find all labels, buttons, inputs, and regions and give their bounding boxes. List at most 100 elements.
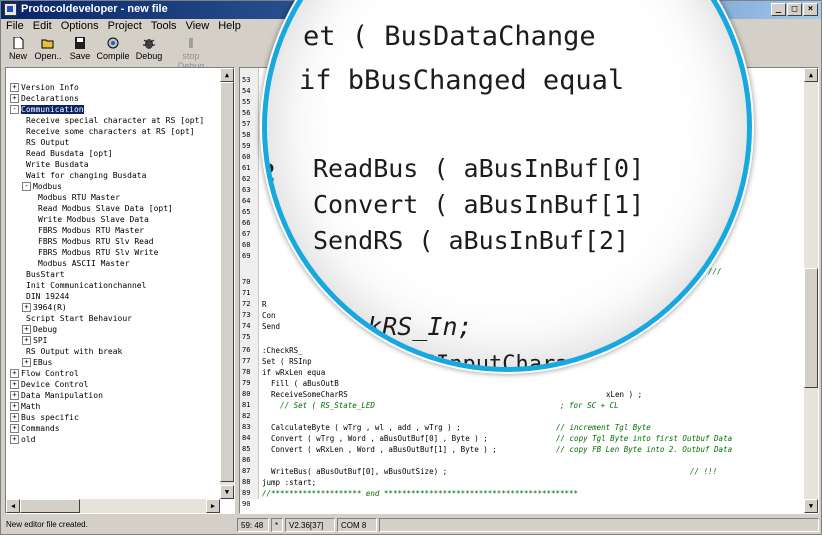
- tree-item[interactable]: + Bus specific: [10, 412, 79, 423]
- code-line: Fill ( aBusOutB: [262, 379, 339, 388]
- menu-options[interactable]: Options: [61, 20, 99, 36]
- close-button[interactable]: ×: [803, 3, 818, 16]
- expander-icon[interactable]: +: [10, 413, 19, 422]
- tree-scroll-thumb[interactable]: [220, 82, 234, 482]
- tree-horizontal-scrollbar[interactable]: ◀ ▶: [6, 499, 220, 513]
- stop-debug-button[interactable]: stop Debug: [169, 37, 213, 71]
- expander-icon[interactable]: +: [10, 83, 19, 92]
- expander-icon[interactable]: -: [10, 105, 19, 114]
- tree-item[interactable]: Write Busdata: [26, 159, 89, 170]
- scroll-up-icon[interactable]: ▲: [220, 68, 234, 82]
- tree-item[interactable]: + Device Control: [10, 379, 88, 390]
- tree-item[interactable]: RS Output: [26, 137, 69, 148]
- tree-item[interactable]: Modbus RTU Master: [38, 192, 120, 203]
- expander-icon[interactable]: +: [10, 424, 19, 433]
- menu-help[interactable]: Help: [218, 20, 241, 36]
- tree-item[interactable]: + Declarations: [10, 93, 79, 104]
- tree-item[interactable]: Receive some characters at RS [opt]: [26, 126, 195, 137]
- save-button-label: Save: [69, 51, 91, 61]
- tree-item[interactable]: Wait for changing Busdata: [26, 170, 146, 181]
- new-button[interactable]: New: [5, 37, 31, 61]
- tree-item[interactable]: + old: [10, 434, 35, 445]
- open-button[interactable]: Open..: [33, 37, 63, 61]
- save-button[interactable]: Save: [67, 37, 93, 61]
- status-message: New editor file created.: [6, 520, 88, 529]
- tree-item[interactable]: + Flow Control: [10, 368, 79, 379]
- expander-icon[interactable]: -: [22, 182, 31, 191]
- maximize-button[interactable]: □: [787, 3, 802, 16]
- editor-vertical-scrollbar[interactable]: ▲ ▼: [804, 68, 818, 513]
- tree-item[interactable]: RS Output with break: [26, 346, 122, 357]
- tree-item[interactable]: +3964(R): [22, 302, 67, 313]
- tree-item[interactable]: Modbus ASCII Master: [38, 258, 130, 269]
- tree-item[interactable]: Read Busdata [opt]: [26, 148, 113, 159]
- tree-item[interactable]: + SPI: [22, 335, 47, 346]
- line-number: 66: [242, 219, 251, 227]
- floppy-disk-icon: [75, 37, 85, 49]
- expander-icon[interactable]: +: [10, 435, 19, 444]
- code-line: jump :start;: [262, 478, 317, 487]
- tree-item[interactable]: FBRS Modbus RTU Master: [38, 225, 144, 236]
- scroll-down-icon[interactable]: ▼: [220, 485, 234, 499]
- code-line: Send: [262, 322, 281, 331]
- expander-icon[interactable]: +: [10, 369, 19, 378]
- tree-item[interactable]: FBRS Modbus RTU Slv Read: [38, 236, 154, 247]
- menu-tools[interactable]: Tools: [151, 20, 177, 36]
- expander-icon[interactable]: +: [10, 94, 19, 103]
- debug-button[interactable]: Debug: [133, 37, 165, 61]
- tree-item[interactable]: DIN 19244: [26, 291, 69, 302]
- tree-item[interactable]: FBRS Modbus RTU Slv Write: [38, 247, 158, 258]
- tree-item[interactable]: Receive special character at RS [opt]: [26, 115, 204, 126]
- modified-indicator: *: [271, 518, 283, 532]
- code-comment: ; for SC + CL: [560, 401, 619, 410]
- magnified-code-line: et ( BusDataChange: [303, 21, 596, 52]
- expander-icon[interactable]: +: [10, 402, 19, 411]
- tree-item[interactable]: + Math: [10, 401, 40, 412]
- open-button-label: Open..: [34, 51, 62, 61]
- tree-item[interactable]: + Version Info: [10, 82, 79, 93]
- menu-view[interactable]: View: [186, 20, 210, 36]
- tree-item[interactable]: + Debug: [22, 324, 57, 335]
- tree-item[interactable]: BusStart: [26, 269, 65, 280]
- menu-file[interactable]: File: [6, 20, 24, 36]
- tree-item[interactable]: Read Modbus Slave Data [opt]: [38, 203, 173, 214]
- expander-icon[interactable]: +: [22, 303, 31, 312]
- tree-item[interactable]: Write Modbus Slave Data: [38, 214, 149, 225]
- line-number: 77: [242, 357, 251, 365]
- tree-item-selected[interactable]: - Communication: [10, 104, 84, 115]
- window-title: Protocoldeveloper - new file: [21, 3, 168, 15]
- menu-edit[interactable]: Edit: [33, 20, 52, 36]
- minimize-button[interactable]: _: [771, 3, 786, 16]
- scroll-left-icon[interactable]: ◀: [6, 499, 20, 513]
- tree-hscroll-thumb[interactable]: [20, 499, 80, 513]
- function-tree[interactable]: + Version Info + Declarations - Communicati…: [5, 67, 235, 514]
- line-number: 67: [242, 230, 251, 238]
- editor-scroll-up-icon[interactable]: ▲: [804, 68, 818, 82]
- line-number: 58: [242, 131, 251, 139]
- code-line: Set ( RSInp: [262, 357, 312, 366]
- line-number: 90: [242, 500, 251, 508]
- tree-item[interactable]: Init Communicationchannel: [26, 280, 146, 291]
- menu-project[interactable]: Project: [108, 20, 142, 36]
- expander-icon[interactable]: +: [10, 380, 19, 389]
- expander-icon[interactable]: +: [22, 358, 31, 367]
- line-number: 65: [242, 208, 251, 216]
- app-icon[interactable]: [4, 3, 17, 16]
- compile-button[interactable]: Compile: [95, 37, 131, 61]
- tree-item[interactable]: + Commands: [10, 423, 60, 434]
- magnified-code-line: ReadBus ( aBusInBuf[0]: [313, 154, 645, 183]
- tree-item[interactable]: + EBus: [22, 357, 52, 368]
- tree-item[interactable]: Script Start Behaviour: [26, 313, 132, 324]
- editor-scroll-down-icon[interactable]: ▼: [804, 499, 818, 513]
- expander-icon[interactable]: +: [22, 325, 31, 334]
- tree-item[interactable]: - Modbus: [22, 181, 62, 192]
- expander-icon[interactable]: +: [10, 391, 19, 400]
- tree-vertical-scrollbar[interactable]: ▲ ▼: [220, 68, 234, 499]
- line-number: 78: [242, 368, 251, 376]
- tree-item[interactable]: + Data Manipulation: [10, 390, 103, 401]
- scroll-right-icon[interactable]: ▶: [206, 499, 220, 513]
- code-line: R: [262, 300, 267, 309]
- editor-scroll-thumb[interactable]: [804, 268, 818, 388]
- bug-icon: [143, 39, 155, 49]
- expander-icon[interactable]: +: [22, 336, 31, 345]
